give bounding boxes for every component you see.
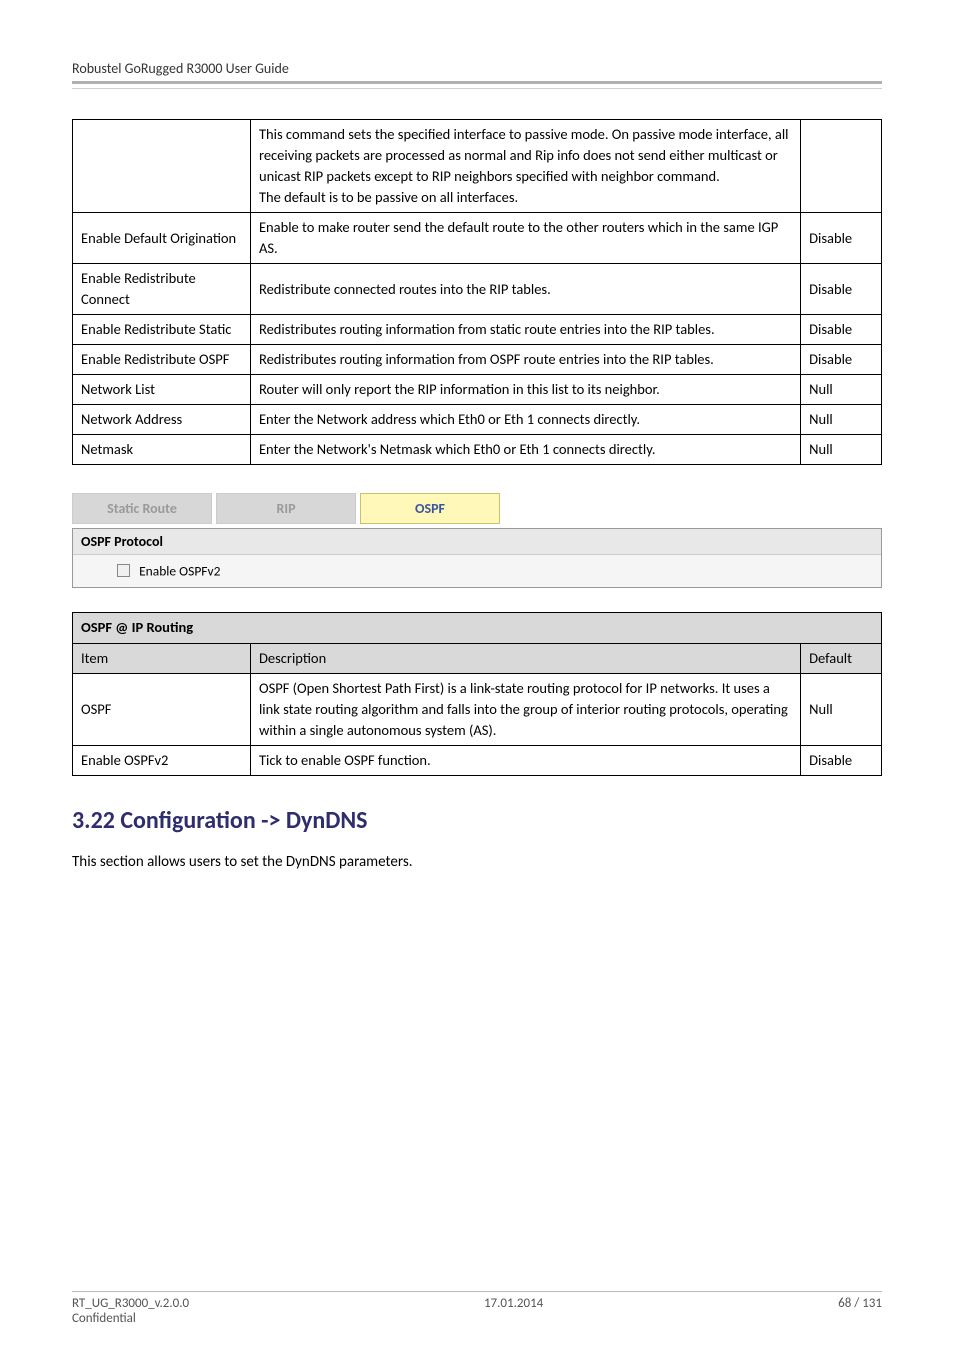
cell-name: OSPF — [73, 673, 251, 745]
cell-desc: Tick to enable OSPF function. — [250, 745, 800, 775]
table-row: Enable Redistribute Static Redistributes… — [73, 315, 882, 345]
table-row: Network Address Enter the Network addres… — [73, 405, 882, 435]
cell-name — [73, 120, 251, 213]
table-row: Network List Router will only report the… — [73, 375, 882, 405]
footer-left: RT_UG_R3000_v.2.0.0 — [72, 1296, 189, 1311]
cell-desc: Redistributes routing information from s… — [250, 315, 800, 345]
section-intro: This section allows users to set the Dyn… — [72, 853, 882, 871]
cell-default: Disable — [801, 213, 882, 264]
cell-desc: Redistribute connected routes into the R… — [250, 264, 800, 315]
table-row: OSPF OSPF (Open Shortest Path First) is … — [73, 673, 882, 745]
cell-name: Enable Default Origination — [73, 213, 251, 264]
section-heading: 3.22 Configuration -> DynDNS — [72, 806, 882, 835]
cell-desc: Router will only report the RIP informat… — [250, 375, 800, 405]
enable-ospfv2-label: Enable OSPFv2 — [139, 562, 220, 579]
cell-default: Null — [801, 673, 882, 745]
cell-name: Enable Redistribute Connect — [73, 264, 251, 315]
cell-name: Enable Redistribute Static — [73, 315, 251, 345]
footer-center: 17.01.2014 — [484, 1296, 543, 1311]
header-divider — [72, 81, 882, 84]
header-item: Item — [73, 643, 251, 673]
cell-name: Network List — [73, 375, 251, 405]
table-caption-row: OSPF @ IP Routing — [73, 613, 882, 643]
tab-strip: Static Route RIP OSPF — [72, 493, 882, 524]
table-row: Enable OSPFv2 Tick to enable OSPF functi… — [73, 745, 882, 775]
cell-name: Network Address — [73, 405, 251, 435]
cell-default: Null — [801, 375, 882, 405]
tab-ospf[interactable]: OSPF — [360, 493, 500, 524]
rip-params-table: This command sets the specified interfac… — [72, 119, 882, 465]
cell-desc: This command sets the specified interfac… — [250, 120, 800, 213]
cell-default: Null — [801, 405, 882, 435]
page-header: Robustel GoRugged R3000 User Guide — [72, 60, 882, 81]
cell-desc: Enable to make router send the default r… — [250, 213, 800, 264]
cell-default: Null — [801, 435, 882, 465]
enable-ospfv2-checkbox[interactable] — [117, 564, 130, 577]
header-default: Default — [801, 643, 882, 673]
page-footer: RT_UG_R3000_v.2.0.0 17.01.2014 68 / 131 … — [72, 1291, 882, 1326]
cell-name: Netmask — [73, 435, 251, 465]
table-row: Enable Redistribute Connect Redistribute… — [73, 264, 882, 315]
table-row: Enable Default Origination Enable to mak… — [73, 213, 882, 264]
cell-default: Disable — [801, 745, 882, 775]
cell-default: Disable — [801, 345, 882, 375]
table-caption: OSPF @ IP Routing — [73, 613, 882, 643]
header-desc: Description — [250, 643, 800, 673]
cell-desc: Enter the Network's Netmask which Eth0 o… — [250, 435, 800, 465]
ospf-protocol-panel: OSPF Protocol Enable OSPFv2 — [72, 528, 882, 588]
cell-name: Enable OSPFv2 — [73, 745, 251, 775]
tab-static-route[interactable]: Static Route — [72, 493, 212, 524]
footer-confidential: Confidential — [72, 1311, 882, 1326]
cell-desc: Enter the Network address which Eth0 or … — [250, 405, 800, 435]
ospf-params-table: OSPF @ IP Routing Item Description Defau… — [72, 612, 882, 775]
cell-default — [801, 120, 882, 213]
cell-name: Enable Redistribute OSPF — [73, 345, 251, 375]
cell-desc: Redistributes routing information from O… — [250, 345, 800, 375]
table-row: Enable Redistribute OSPF Redistributes r… — [73, 345, 882, 375]
cell-default: Disable — [801, 264, 882, 315]
header-divider-thin — [72, 88, 882, 89]
footer-right: 68 / 131 — [838, 1296, 882, 1311]
panel-title: OSPF Protocol — [73, 529, 881, 555]
tab-rip[interactable]: RIP — [216, 493, 356, 524]
cell-desc: OSPF (Open Shortest Path First) is a lin… — [250, 673, 800, 745]
table-header-row: Item Description Default — [73, 643, 882, 673]
table-row: This command sets the specified interfac… — [73, 120, 882, 213]
cell-default: Disable — [801, 315, 882, 345]
table-row: Netmask Enter the Network's Netmask whic… — [73, 435, 882, 465]
